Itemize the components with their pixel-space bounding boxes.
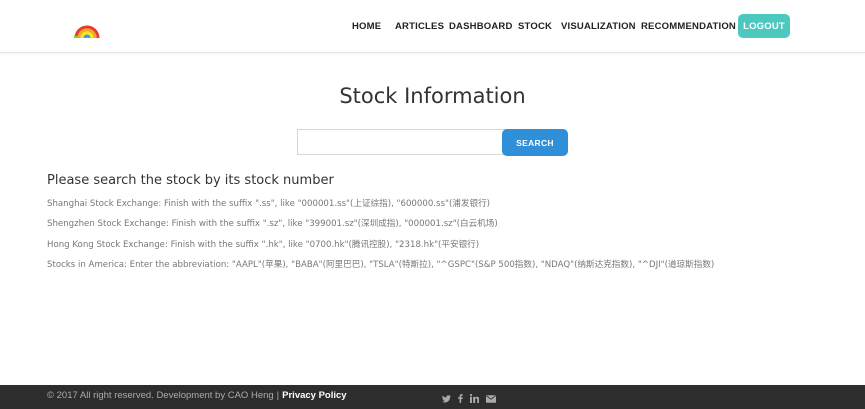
footer: © 2017 All right reserved. Development b…: [0, 385, 865, 409]
nav-stock[interactable]: STOCK: [518, 21, 552, 32]
twitter-icon[interactable]: [442, 390, 451, 408]
footer-copyright: © 2017 All right reserved. Development b…: [47, 390, 347, 401]
nav-visualization[interactable]: VISUALIZATION: [561, 21, 636, 32]
instructions-heading: Please search the stock by its stock num…: [47, 173, 334, 188]
instruction-hongkong: Hong Kong Stock Exchange: Finish with th…: [47, 240, 480, 250]
privacy-policy-link[interactable]: Privacy Policy: [282, 390, 346, 401]
instruction-shenzhen: Shengzhen Stock Exchange: Finish with th…: [47, 219, 498, 229]
stock-search-input[interactable]: [297, 129, 507, 155]
top-navbar: HOME ARTICLES DASHBOARD STOCK VISUALIZAT…: [0, 0, 865, 53]
page-title: Stock Information: [339, 84, 526, 108]
nav-dashboard[interactable]: DASHBOARD: [449, 21, 513, 32]
nav-articles[interactable]: ARTICLES: [395, 21, 444, 32]
search-button[interactable]: SEARCH: [502, 129, 568, 156]
page: HOME ARTICLES DASHBOARD STOCK VISUALIZAT…: [0, 0, 865, 409]
rainbow-icon[interactable]: [73, 13, 101, 39]
nav-home[interactable]: HOME: [352, 21, 381, 32]
social-links: [442, 390, 503, 408]
instruction-shanghai: Shanghai Stock Exchange: Finish with the…: [47, 199, 491, 209]
facebook-icon[interactable]: [458, 390, 463, 408]
linkedin-icon[interactable]: [469, 390, 480, 408]
email-icon[interactable]: [486, 390, 496, 408]
copyright-text: © 2017 All right reserved. Development b…: [47, 390, 274, 401]
logout-button[interactable]: LOGOUT: [738, 14, 790, 38]
nav-recommendation[interactable]: RECOMMENDATION: [641, 21, 736, 32]
instruction-america: Stocks in America: Enter the abbreviatio…: [47, 260, 715, 270]
footer-separator: |: [276, 390, 280, 401]
